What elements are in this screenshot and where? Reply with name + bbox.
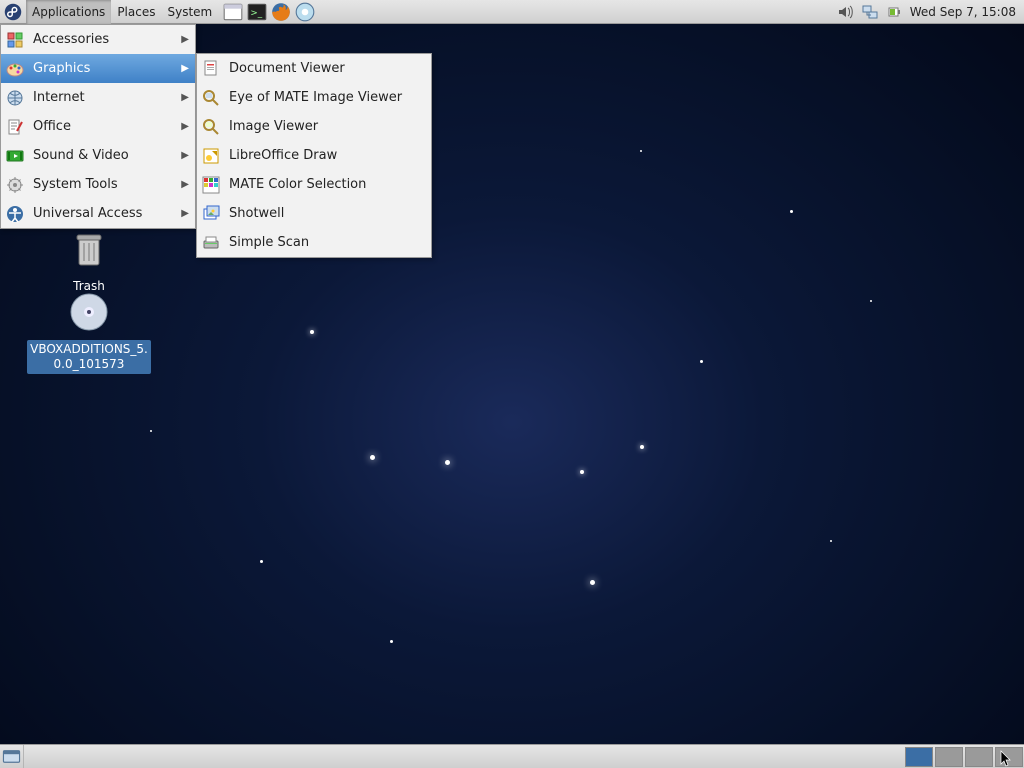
desktop-icon-label: VBOXADDITIONS_5. 0.0_101573	[27, 340, 151, 374]
graphics-submenu: Document Viewer Eye of MATE Image Viewer…	[196, 53, 432, 258]
menu-item-label: Graphics	[33, 61, 173, 76]
menu-item-label: Office	[33, 119, 173, 134]
color-select-icon	[201, 175, 221, 195]
menu-item-simple-scan[interactable]: Simple Scan	[197, 228, 431, 257]
document-viewer-icon	[201, 59, 221, 79]
desktop-icon-trash[interactable]: Trash	[24, 225, 154, 296]
menu-item-accessories[interactable]: Accessories ▶	[1, 25, 195, 54]
system-tray: Wed Sep 7, 15:08	[836, 2, 1024, 22]
submenu-arrow-icon: ▶	[181, 92, 189, 103]
systemtools-icon	[5, 175, 25, 195]
cursor-icon	[1000, 750, 1012, 768]
menu-item-image-viewer[interactable]: Image Viewer	[197, 112, 431, 141]
menu-item-label: MATE Color Selection	[229, 177, 425, 192]
power-icon[interactable]	[884, 2, 904, 22]
menu-item-document-viewer[interactable]: Document Viewer	[197, 54, 431, 83]
menu-item-label: Universal Access	[33, 206, 173, 221]
applications-menu: Accessories ▶ Graphics ▶ Internet ▶ Offi…	[0, 24, 196, 229]
submenu-arrow-icon: ▶	[181, 63, 189, 74]
submenu-arrow-icon: ▶	[181, 208, 189, 219]
menu-item-label: Sound & Video	[33, 148, 173, 163]
menu-item-graphics[interactable]: Graphics ▶	[1, 54, 195, 83]
lodraw-icon	[201, 146, 221, 166]
trash-icon	[65, 225, 113, 273]
menu-item-label: System Tools	[33, 177, 173, 192]
svg-text:>_: >_	[251, 8, 263, 18]
submenu-arrow-icon: ▶	[181, 121, 189, 132]
top-panel: Applications Places System >_ Wed Sep 7,…	[0, 0, 1024, 24]
menu-item-label: Simple Scan	[229, 235, 425, 250]
bottom-panel	[0, 744, 1024, 768]
menu-item-office[interactable]: Office ▶	[1, 112, 195, 141]
graphics-icon	[5, 59, 25, 79]
desktop-icon-disc[interactable]: VBOXADDITIONS_5. 0.0_101573	[24, 288, 154, 374]
shotwell-icon	[201, 204, 221, 224]
menu-item-label: Image Viewer	[229, 119, 425, 134]
fedora-logo-icon[interactable]	[2, 1, 24, 23]
menu-item-universal-access[interactable]: Universal Access ▶	[1, 199, 195, 228]
scanner-icon	[201, 233, 221, 253]
network-icon[interactable]	[860, 2, 880, 22]
menu-item-label: Accessories	[33, 32, 173, 47]
menu-item-label: Internet	[33, 90, 173, 105]
accessories-icon	[5, 30, 25, 50]
workspace-1[interactable]	[905, 747, 933, 767]
workspace-3[interactable]	[965, 747, 993, 767]
menu-item-shotwell[interactable]: Shotwell	[197, 199, 431, 228]
launcher-firefox[interactable]	[270, 1, 292, 23]
show-desktop-button[interactable]	[0, 745, 24, 768]
menu-places[interactable]: Places	[111, 0, 161, 24]
optical-disc-icon	[65, 288, 113, 336]
submenu-arrow-icon: ▶	[181, 150, 189, 161]
submenu-arrow-icon: ▶	[181, 179, 189, 190]
access-icon	[5, 204, 25, 224]
menu-system[interactable]: System	[161, 0, 218, 24]
menu-item-system-tools[interactable]: System Tools ▶	[1, 170, 195, 199]
menu-item-label: LibreOffice Draw	[229, 148, 425, 163]
launcher-help[interactable]	[294, 1, 316, 23]
menu-item-mate-color[interactable]: MATE Color Selection	[197, 170, 431, 199]
quick-launch: >_	[222, 1, 316, 23]
menu-item-label: Document Viewer	[229, 61, 425, 76]
menu-item-internet[interactable]: Internet ▶	[1, 83, 195, 112]
internet-icon	[5, 88, 25, 108]
eom-icon	[201, 88, 221, 108]
launcher-terminal[interactable]: >_	[246, 1, 268, 23]
media-icon	[5, 146, 25, 166]
workspace-2[interactable]	[935, 747, 963, 767]
menu-item-libreoffice-draw[interactable]: LibreOffice Draw	[197, 141, 431, 170]
menu-item-eye-of-mate[interactable]: Eye of MATE Image Viewer	[197, 83, 431, 112]
launcher-filemanager[interactable]	[222, 1, 244, 23]
clock[interactable]: Wed Sep 7, 15:08	[908, 5, 1018, 19]
menu-item-label: Eye of MATE Image Viewer	[229, 90, 425, 105]
office-icon	[5, 117, 25, 137]
menu-applications[interactable]: Applications	[26, 0, 111, 24]
menu-item-sound-video[interactable]: Sound & Video ▶	[1, 141, 195, 170]
submenu-arrow-icon: ▶	[181, 34, 189, 45]
volume-icon[interactable]	[836, 2, 856, 22]
image-viewer-icon	[201, 117, 221, 137]
menu-item-label: Shotwell	[229, 206, 425, 221]
